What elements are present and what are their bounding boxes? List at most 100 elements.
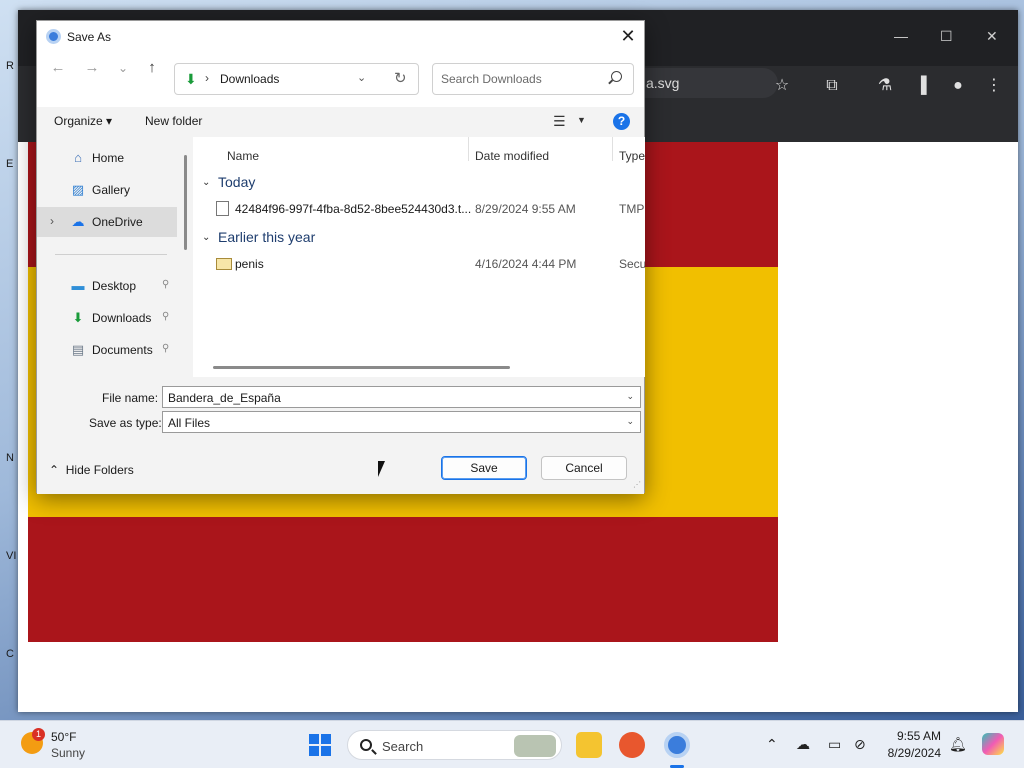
omnibox[interactable]: a.svg bbox=[628, 68, 778, 98]
dialog-title: Save As bbox=[67, 30, 112, 44]
chevron-down-icon[interactable]: ⌄ bbox=[202, 232, 210, 243]
file-name-field[interactable]: Bandera_de_España ⌄ bbox=[162, 386, 641, 408]
maximize-button[interactable]: ☐ bbox=[940, 28, 953, 45]
hide-folders-label: Hide Folders bbox=[65, 463, 134, 477]
labs-flask-icon[interactable]: ⚗ bbox=[875, 76, 895, 96]
bookmark-star-icon[interactable]: ☆ bbox=[772, 76, 792, 96]
column-divider[interactable] bbox=[468, 137, 469, 161]
chevron-down-icon[interactable]: ⌄ bbox=[626, 416, 634, 427]
file-name: penis bbox=[235, 257, 264, 271]
minimize-button[interactable]: — bbox=[894, 28, 908, 44]
cancel-button[interactable]: Cancel bbox=[541, 456, 627, 480]
save-button[interactable]: Save bbox=[441, 456, 527, 480]
file-list: Name Date modified Type ⌄ Today 42484f96… bbox=[193, 137, 645, 377]
column-divider[interactable] bbox=[612, 137, 613, 161]
close-button[interactable]: ✕ bbox=[986, 28, 998, 45]
refresh-icon[interactable]: ↻ bbox=[394, 69, 407, 87]
up-arrow-icon[interactable]: ↑ bbox=[141, 57, 163, 79]
search-highlight-image bbox=[514, 735, 556, 757]
pin-icon: ⚲ bbox=[162, 343, 170, 354]
chrome-icon bbox=[46, 29, 61, 44]
flag-red-stripe-bottom bbox=[28, 517, 778, 642]
recent-locations-icon[interactable]: ⌄ bbox=[112, 57, 134, 79]
side-panel-icon[interactable]: ▐ bbox=[911, 76, 931, 96]
group-header[interactable]: Today bbox=[218, 174, 255, 190]
clock-time[interactable]: 9:55 AM bbox=[881, 729, 941, 743]
nav-item-label: Desktop bbox=[92, 279, 137, 293]
clock-date[interactable]: 8/29/2024 bbox=[876, 746, 941, 760]
firefox-icon[interactable] bbox=[619, 732, 645, 758]
onedrive-offline-icon[interactable]: ☁ bbox=[796, 736, 810, 753]
nav-item-gallery[interactable]: ▨ Gallery bbox=[37, 175, 177, 205]
extensions-icon[interactable]: ⧉ bbox=[822, 76, 842, 96]
chevron-down-icon[interactable]: ⌄ bbox=[357, 71, 366, 84]
chevron-down-icon[interactable]: ⌄ bbox=[626, 391, 634, 402]
menu-kebab-icon[interactable]: ⋮ bbox=[984, 76, 1004, 96]
search-icon[interactable] bbox=[611, 71, 622, 82]
taskbar-search-label: Search bbox=[382, 739, 424, 754]
table-row[interactable]: penis 4/16/2024 4:44 PM Secu bbox=[193, 252, 645, 276]
nav-item-onedrive[interactable]: › ☁ OneDrive bbox=[37, 207, 177, 237]
nav-item-label: Documents bbox=[92, 343, 153, 357]
windows-start-icon[interactable] bbox=[309, 734, 331, 756]
column-header-date[interactable]: Date modified bbox=[475, 149, 549, 163]
profile-avatar-icon[interactable]: ● bbox=[948, 76, 968, 96]
taskbar-search[interactable]: Search bbox=[347, 730, 562, 760]
network-icon[interactable]: ⊘ bbox=[854, 736, 866, 753]
weather-temp[interactable]: 50°F bbox=[51, 730, 76, 744]
desktop-icon-label: R bbox=[6, 60, 14, 72]
cloud-icon: ☁ bbox=[71, 214, 85, 229]
dialog-close-button[interactable]: ✕ bbox=[612, 21, 644, 53]
desktop-icon: ▬ bbox=[71, 278, 85, 293]
download-icon: ⬇ bbox=[72, 310, 84, 325]
nav-item-home[interactable]: ⌂ Home bbox=[37, 143, 177, 173]
back-arrow-icon[interactable]: ← bbox=[47, 57, 69, 79]
save-as-type-select[interactable]: All Files ⌄ bbox=[162, 411, 641, 433]
file-type: Secu bbox=[619, 257, 645, 271]
notification-bell-icon[interactable]: 🔔︎ bbox=[949, 736, 967, 753]
view-list-icon[interactable]: ☰ bbox=[553, 113, 566, 130]
file-name-value: Bandera_de_España bbox=[168, 391, 281, 405]
resize-grip-icon[interactable]: ⋰ bbox=[633, 480, 641, 489]
nav-item-label: OneDrive bbox=[92, 215, 143, 229]
address-bar[interactable]: ⬇ › Downloads ⌄ ↻ bbox=[174, 63, 419, 95]
expand-chevron-icon[interactable]: › bbox=[50, 214, 54, 228]
search-input[interactable]: Search Downloads bbox=[432, 63, 634, 95]
forward-arrow-icon[interactable]: → bbox=[81, 57, 103, 79]
column-header-type[interactable]: Type bbox=[619, 149, 645, 163]
chevron-down-icon[interactable]: ▼ bbox=[577, 115, 586, 125]
new-folder-button[interactable]: New folder bbox=[145, 114, 202, 128]
organize-button[interactable]: Organize ▾ bbox=[54, 114, 112, 128]
chrome-icon[interactable] bbox=[664, 732, 690, 758]
weather-condition[interactable]: Sunny bbox=[51, 746, 85, 760]
breadcrumb-location[interactable]: Downloads bbox=[220, 72, 279, 86]
pin-icon: ⚲ bbox=[162, 279, 170, 290]
search-icon bbox=[360, 739, 372, 751]
chevron-down-icon[interactable]: ⌄ bbox=[202, 177, 210, 188]
file-name-label: File name: bbox=[102, 391, 159, 405]
nav-item-label: Gallery bbox=[92, 183, 131, 197]
nav-scrollbar[interactable] bbox=[184, 155, 187, 250]
group-header[interactable]: Earlier this year bbox=[218, 229, 315, 245]
help-icon[interactable]: ? bbox=[613, 113, 630, 130]
document-icon: ▤ bbox=[71, 342, 85, 357]
save-as-type-value: All Files bbox=[168, 416, 211, 430]
copilot-icon[interactable] bbox=[982, 733, 1004, 755]
file-icon bbox=[216, 201, 229, 216]
chevron-up-icon[interactable]: ⌃ bbox=[766, 736, 778, 753]
table-row[interactable]: 42484f96-997f-4fba-8d52-8bee524430d3.t..… bbox=[193, 197, 645, 221]
file-type: TMP bbox=[619, 202, 645, 216]
file-explorer-icon[interactable] bbox=[576, 732, 602, 758]
nav-item-downloads[interactable]: ⬇ Downloads ⚲ bbox=[37, 303, 177, 333]
navigation-pane: ⌂ Home ▨ Gallery › ☁ OneDrive ▬ Desktop … bbox=[37, 137, 187, 377]
column-header-name[interactable]: Name bbox=[227, 149, 259, 163]
horizontal-scrollbar[interactable] bbox=[213, 366, 510, 369]
desktop-icon-label: N bbox=[6, 452, 14, 464]
hide-folders-button[interactable]: ⌃ Hide Folders bbox=[49, 463, 134, 477]
desktop-icon-label: E bbox=[6, 158, 14, 170]
display-icon[interactable]: ▭ bbox=[828, 736, 841, 753]
mouse-cursor-icon bbox=[378, 461, 385, 477]
nav-item-desktop[interactable]: ▬ Desktop ⚲ bbox=[37, 271, 177, 301]
file-name: 42484f96-997f-4fba-8d52-8bee524430d3.t..… bbox=[235, 202, 472, 216]
nav-item-documents[interactable]: ▤ Documents ⚲ bbox=[37, 335, 177, 365]
